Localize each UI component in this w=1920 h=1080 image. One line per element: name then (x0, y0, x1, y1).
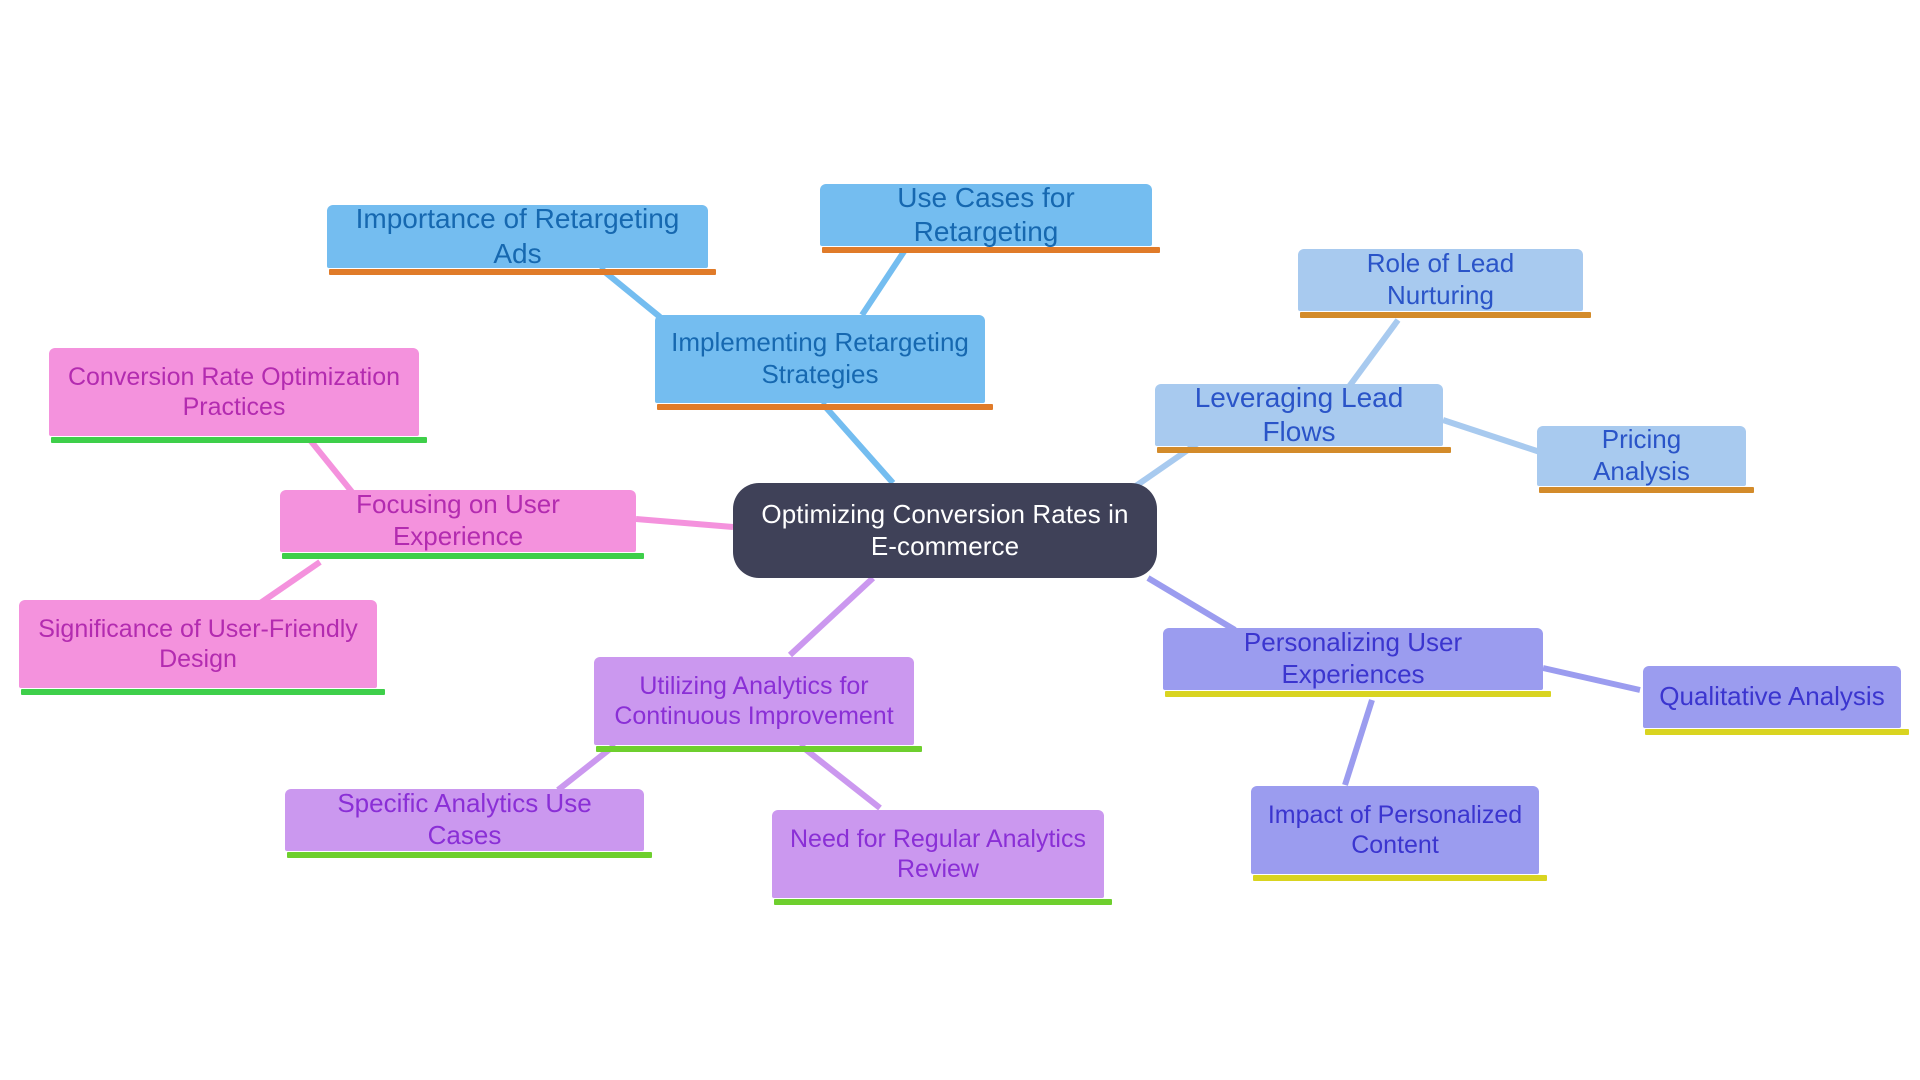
edge-retargeting-importance (598, 265, 662, 320)
edge-personalization-qualitative (1542, 665, 1641, 693)
child-label: Need for Regular Analytics Review (790, 824, 1086, 884)
branch-label: Implementing Retargeting Strategies (671, 327, 969, 389)
branch-node-focusing-on-user-experience[interactable]: Focusing on User Experience (280, 489, 644, 559)
child-node-significance-of-user-friendly-design[interactable]: Significance of User-Friendly Design (19, 600, 385, 695)
branch-label: Leveraging Lead Flows (1194, 381, 1404, 447)
branch-label: Personalizing User Experiences (1243, 627, 1463, 689)
branch-node-implementing-retargeting-strategies[interactable]: Implementing Retargeting Strategies (655, 315, 993, 410)
child-label: Impact of Personalized Content (1267, 800, 1523, 860)
branch-label: Utilizing Analytics for Continuous Impro… (614, 671, 894, 731)
child-node-specific-analytics-use-cases[interactable]: Specific Analytics Use Cases (285, 788, 652, 858)
child-label: Importance of Retargeting Ads (355, 203, 680, 269)
child-node-conversion-rate-optimization-practices[interactable]: Conversion Rate Optimization Practices (49, 348, 427, 443)
child-node-role-of-lead-nurturing[interactable]: Role of Lead Nurturing (1298, 248, 1591, 318)
edge-personalization-impact (1342, 699, 1375, 786)
branch-node-personalizing-user-experiences[interactable]: Personalizing User Experiences (1163, 627, 1551, 697)
child-label: Conversion Rate Optimization Practices (67, 362, 401, 422)
edge-root-analytics (787, 575, 876, 658)
child-label: Pricing Analysis (1593, 424, 1690, 486)
child-node-need-for-regular-analytics-review[interactable]: Need for Regular Analytics Review (772, 810, 1112, 905)
edge-ux-cro (307, 438, 355, 494)
edge-leadflows-pricing (1442, 417, 1541, 455)
child-label: Role of Lead Nurturing (1366, 248, 1515, 310)
child-node-qualitative-analysis[interactable]: Qualitative Analysis (1643, 666, 1909, 735)
child-node-pricing-analysis[interactable]: Pricing Analysis (1537, 424, 1754, 493)
child-label: Qualitative Analysis (1659, 681, 1885, 712)
child-label: Significance of User-Friendly Design (38, 614, 358, 674)
edge-root-retargeting (819, 401, 896, 485)
branch-label: Focusing on User Experience (356, 489, 560, 551)
edge-root-personalization (1146, 575, 1237, 633)
branch-node-utilizing-analytics-for-continuous-improvement[interactable]: Utilizing Analytics for Continuous Impro… (594, 657, 922, 752)
root-node[interactable]: Optimizing Conversion Rates in E-commerc… (733, 483, 1157, 578)
child-label: Use Cases for Retargeting (897, 181, 1075, 247)
edge-leadflows-nurturing (1345, 318, 1401, 390)
root-node-label: Optimizing Conversion Rates in E-commerc… (761, 498, 1129, 561)
branch-node-leveraging-lead-flows[interactable]: Leveraging Lead Flows (1155, 381, 1451, 453)
child-label: Specific Analytics Use Cases (337, 788, 592, 850)
child-node-impact-of-personalized-content[interactable]: Impact of Personalized Content (1251, 786, 1547, 881)
edge-root-ux (635, 516, 734, 530)
child-node-use-cases-for-retargeting[interactable]: Use Cases for Retargeting (820, 181, 1160, 253)
child-node-importance-of-retargeting-ads[interactable]: Importance of Retargeting Ads (327, 203, 716, 275)
mindmap-canvas: Optimizing Conversion Rates in E-commerc… (0, 0, 1920, 1080)
edge-analytics-review (798, 742, 882, 811)
edge-retargeting-usecases (859, 248, 908, 317)
